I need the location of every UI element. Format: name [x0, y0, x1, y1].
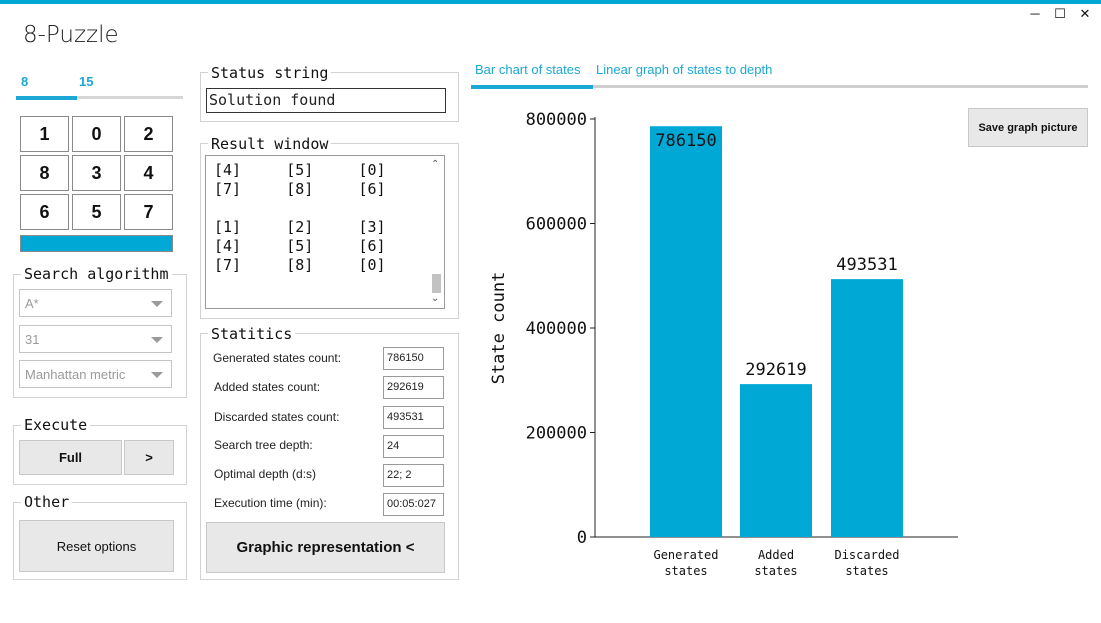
result-line: [7] [8] [6] [214, 180, 386, 198]
tab-puzzle-8[interactable]: 8 [21, 74, 28, 89]
chevron-up-icon[interactable]: ⌃ [431, 159, 439, 170]
algorithm-select[interactable]: A* [19, 289, 172, 317]
x-tick-label: states [664, 564, 707, 578]
stat-value: 493531 [383, 406, 444, 429]
result-legend: Result window [208, 135, 332, 153]
stat-label: Generated states count: [213, 351, 342, 365]
y-tick-label: 600000 [526, 215, 587, 235]
x-tick-label: Generated [653, 548, 718, 562]
chart-tab-active-indicator [471, 85, 593, 89]
y-tick-label: 0 [577, 528, 587, 548]
x-tick-label: Discarded [834, 548, 899, 562]
stat-label: Execution time (min): [214, 496, 327, 510]
scrollbar-thumb[interactable] [432, 274, 441, 293]
progress-bar [20, 235, 173, 252]
stat-value: 00:05:027 [383, 493, 444, 516]
x-tick-label: states [754, 564, 797, 578]
puzzle-tile[interactable]: 1 [20, 116, 69, 152]
x-tick-label: Added [758, 548, 794, 562]
search-algorithm-legend: Search algorithm [21, 265, 172, 283]
tab-linear-graph[interactable]: Linear graph of states to depth [596, 62, 772, 77]
status-legend: Status string [208, 64, 332, 82]
result-line: [4] [5] [0] [214, 161, 386, 179]
result-line: [7] [8] [0] [214, 256, 386, 274]
other-group: Other Reset options [13, 493, 187, 580]
y-tick-label: 400000 [526, 319, 587, 339]
heuristic-value: Manhattan metric [25, 367, 126, 382]
stat-value: 786150 [383, 347, 444, 370]
status-group: Status string Solution found [200, 64, 459, 122]
statistics-legend: Statitics [208, 325, 296, 343]
chevron-down-icon[interactable]: ⌄ [431, 293, 439, 304]
bar-value-label: 292619 [745, 360, 806, 380]
execute-legend: Execute [21, 416, 91, 434]
result-scrollbar[interactable]: ⌃ ⌄ [429, 157, 443, 307]
result-line: [4] [5] [6] [214, 237, 386, 255]
puzzle-tile[interactable]: 5 [72, 194, 121, 230]
y-axis-label: State count [489, 272, 509, 385]
bar-value-label: 493531 [836, 255, 897, 275]
x-tick-label: states [845, 564, 888, 578]
chevron-down-icon [151, 372, 163, 378]
depth-limit-value: 31 [25, 332, 40, 347]
depth-limit-select[interactable]: 31 [19, 325, 172, 353]
puzzle-tile[interactable]: 4 [124, 155, 173, 191]
bar [740, 384, 812, 537]
minimize-icon[interactable]: ─ [1028, 6, 1042, 22]
puzzle-tile[interactable]: 8 [20, 155, 69, 191]
other-legend: Other [21, 493, 73, 511]
stat-value: 24 [383, 435, 444, 458]
chevron-down-icon [151, 301, 163, 307]
close-icon[interactable]: ✕ [1078, 6, 1092, 22]
stat-label: Discarded states count: [214, 410, 340, 424]
puzzle-tile[interactable]: 2 [124, 116, 173, 152]
bar [831, 279, 903, 537]
algorithm-select-value: A* [25, 296, 39, 311]
window-title: 8-Puzzle [23, 22, 119, 48]
execute-group: Execute Full > [13, 416, 187, 485]
status-field: Solution found [206, 88, 446, 113]
window-accent-bar [0, 0, 1101, 4]
full-run-button[interactable]: Full [19, 440, 122, 475]
stat-value: 22; 2 [383, 464, 444, 487]
step-button[interactable]: > [124, 440, 174, 475]
stat-label: Added states count: [214, 380, 321, 394]
puzzle-tile[interactable]: 7 [124, 194, 173, 230]
bar-chart: 0 200000 400000 600000 800000 State count 7861… [489, 110, 958, 578]
stat-label: Optimal depth (d:s) [214, 467, 317, 481]
puzzle-tile[interactable]: 3 [72, 155, 121, 191]
reset-options-button[interactable]: Reset options [19, 520, 174, 572]
tab-puzzle-15[interactable]: 15 [79, 74, 93, 89]
bar [650, 126, 722, 537]
result-textarea[interactable]: [4] [5] [0] [7] [8] [6] [1] [2] [3] [4] … [205, 155, 445, 309]
heuristic-select[interactable]: Manhattan metric [19, 360, 172, 388]
graphic-representation-button[interactable]: Graphic representation < [206, 522, 445, 573]
result-line: [1] [2] [3] [214, 218, 386, 236]
maximize-icon[interactable]: ☐ [1053, 6, 1067, 22]
search-algorithm-group: Search algorithm A* 31 Manhattan metric [13, 265, 187, 398]
save-graph-button[interactable]: Save graph picture [968, 108, 1088, 147]
tab-bar-chart[interactable]: Bar chart of states [475, 62, 581, 77]
puzzle-tile[interactable]: 6 [20, 194, 69, 230]
y-tick-label: 800000 [526, 110, 587, 130]
stat-value: 292619 [383, 376, 444, 399]
chevron-down-icon [151, 337, 163, 343]
puzzle-tile[interactable]: 0 [72, 116, 121, 152]
bar-value-label: 786150 [655, 131, 716, 151]
y-tick-label: 200000 [526, 424, 587, 444]
stat-label: Search tree depth: [214, 438, 313, 452]
size-tab-active-indicator [16, 96, 77, 100]
